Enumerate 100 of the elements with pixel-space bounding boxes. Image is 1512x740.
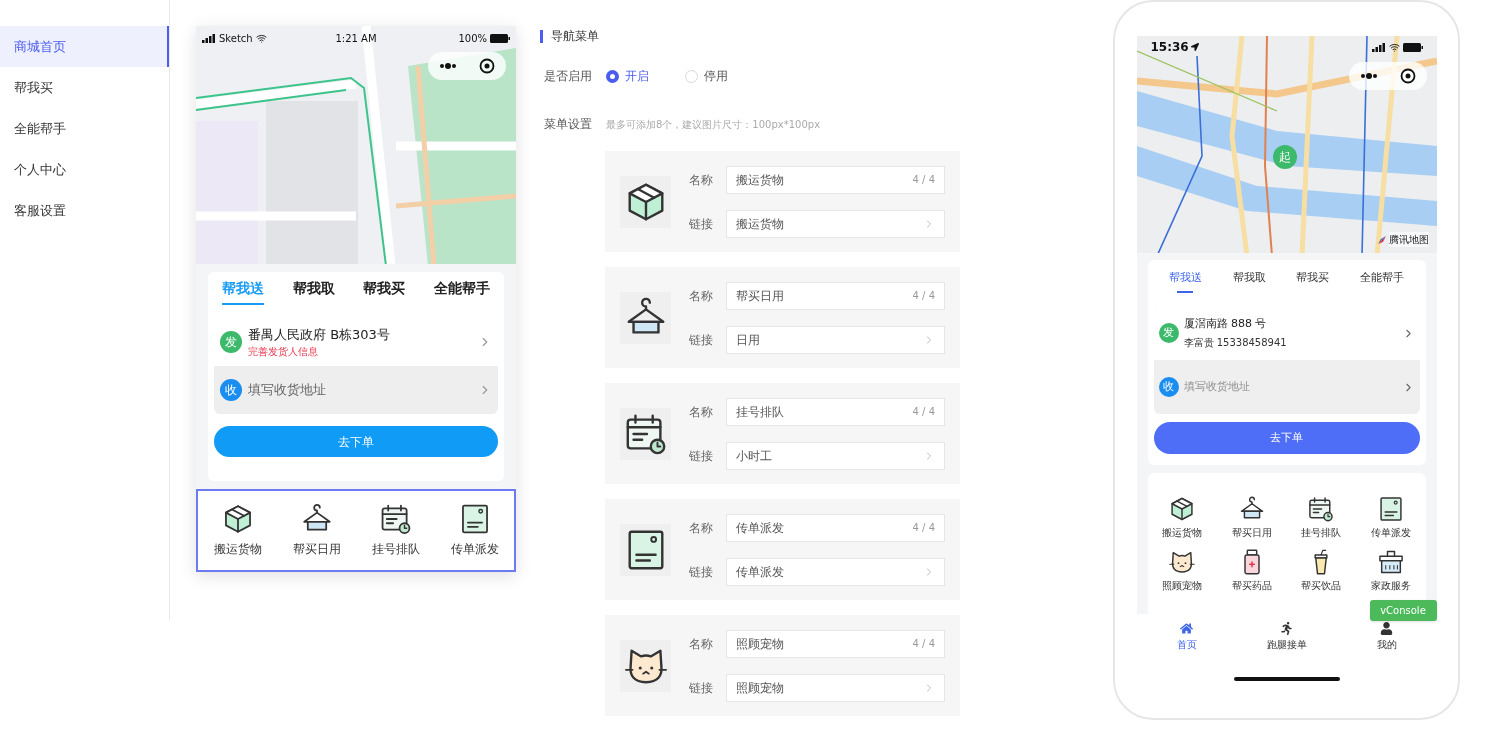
field-label: 链接 [689,215,714,233]
icon-upload[interactable] [620,291,671,344]
radio-label: 停用 [704,68,728,85]
tab-bar-item[interactable]: 首页 [1154,622,1219,653]
hint-text: 最多可添加8个，建议图片尺寸：100px*100px [606,117,821,132]
link-select[interactable]: 日用 [726,325,945,354]
tab[interactable]: 帮我送 [1168,270,1202,297]
char-count: 4 / 4 [912,173,935,187]
carrier-text: Sketch [219,31,253,46]
field-label: 菜单设置 [544,116,593,133]
tab-bar-item[interactable]: 跑腿接单 [1254,622,1319,653]
sender-address: 番禺人民政府 B栋303号 [248,325,391,344]
battery-text: 100% [458,31,487,46]
status-time: 1:21 AM [334,31,378,46]
char-count: 4 / 4 [912,637,935,651]
radio-label: 开启 [625,68,649,85]
icon-upload[interactable] [620,639,671,692]
runner-icon [1280,622,1293,636]
icon-upload[interactable] [620,407,671,460]
field-label: 链接 [689,447,714,465]
menu-label[interactable]: 帮买日用 [292,540,341,559]
calendar-clock-icon [1307,494,1336,523]
tab[interactable]: 帮我买 [1296,270,1330,297]
menu-label[interactable]: 帮买日用 [1231,524,1272,540]
name-field[interactable]: 传单派发 4 / 4 [726,513,945,542]
status-time: 15:36 [1150,39,1189,56]
map-credit: 腾讯地图 [1388,232,1429,248]
menu-label[interactable]: 照顾宠物 [1162,577,1203,593]
name-field[interactable]: 照顾宠物 4 / 4 [726,629,945,658]
name-field[interactable]: 挂号排队 4 / 4 [726,397,945,426]
name-field[interactable]: 帮买日用 4 / 4 [726,281,945,310]
more-icon[interactable] [439,63,457,69]
menu-label[interactable]: 帮买药品 [1231,577,1272,593]
icon-upload[interactable] [620,523,671,576]
sidebar-item[interactable]: 个人中心 [0,149,169,190]
tab[interactable]: 全能帮手 [1360,270,1405,297]
field-label: 链接 [689,331,714,349]
order-button[interactable]: 去下单 [1153,422,1420,455]
section-title: 导航菜单 [551,28,599,45]
wifi-icon [1388,41,1400,53]
icon-upload[interactable] [620,175,671,228]
battery-icon [490,33,510,43]
tab[interactable]: 帮我取 [1232,270,1266,297]
sidebar-item[interactable]: 帮我买 [0,67,169,108]
sidebar-item[interactable]: 全能帮手 [0,108,169,149]
char-count: 4 / 4 [912,289,935,303]
field-label: 是否启用 [544,68,593,85]
menu-label[interactable]: 搬运货物 [1162,524,1203,540]
title-accent [540,29,543,43]
menu-label[interactable]: 搬运货物 [213,540,262,559]
radio-option[interactable]: 开启 [606,67,649,85]
sender-row[interactable]: 发 厦滘南路 888 号 李富贵 15338458941 [1153,306,1420,361]
signal-icon [1371,42,1386,52]
tab-bar-item[interactable]: 我的 [1354,622,1419,653]
menu-grid[interactable]: 搬运货物 帮买日用 挂号排队 传单派发 [196,488,516,572]
wifi-icon [255,32,267,44]
field-label: 名称 [689,635,714,653]
menu-label[interactable]: 挂号排队 [1301,524,1342,540]
tab[interactable]: 帮我买 [363,278,406,313]
radio-button[interactable] [606,69,619,83]
tab[interactable]: 帮我取 [292,278,335,313]
link-select[interactable]: 小时工 [726,441,945,470]
radio-option[interactable]: 停用 [685,67,728,85]
field-label: 链接 [689,679,714,697]
capsule-menu[interactable] [428,52,506,80]
receiver-badge: 收 [220,379,242,402]
char-count: 4 / 4 [912,405,935,419]
field-label: 名称 [689,519,714,537]
sender-row[interactable]: 发 番禺人民政府 B栋303号 完善发货人信息 [214,318,498,367]
menu-label[interactable]: 家政服务 [1370,577,1411,593]
field-label: 链接 [689,563,714,581]
menu-label[interactable]: 帮买饮品 [1301,577,1342,593]
sender-address: 厦滘南路 888 号 [1183,315,1268,332]
more-icon[interactable] [1359,73,1378,79]
receiver-placeholder: 填写收货地址 [1183,378,1251,395]
signal-icon [202,33,216,43]
location-icon [1190,43,1199,51]
menu-label[interactable]: 传单派发 [450,540,499,559]
field-label: 名称 [689,287,714,305]
char-count: 4 / 4 [912,521,935,535]
sender-badge: 发 [1158,323,1179,344]
sidebar-item[interactable]: 客服设置 [0,190,169,231]
target-icon[interactable] [479,58,495,74]
field-label: 名称 [689,403,714,421]
menu-label[interactable]: 挂号排队 [371,540,420,559]
sender-contact: 李富贵 15338458941 [1183,336,1288,351]
receiver-badge: 收 [1158,377,1179,398]
link-select[interactable]: 传单派发 [726,557,945,586]
link-select[interactable]: 搬运货物 [726,209,945,238]
home-icon [1180,622,1193,636]
receiver-row[interactable]: 收 填写收货地址 [214,366,498,415]
link-select[interactable]: 照顾宠物 [726,673,945,702]
capsule-menu[interactable] [1348,62,1427,90]
name-field[interactable]: 搬运货物 4 / 4 [726,165,945,194]
menu-label[interactable]: 传单派发 [1370,524,1411,540]
sidebar-item[interactable]: 商城首页 [0,26,169,67]
sender-badge: 发 [220,331,242,354]
compass-icon [1377,235,1386,244]
tab[interactable]: 全能帮手 [433,278,490,313]
target-icon[interactable] [1399,68,1416,84]
